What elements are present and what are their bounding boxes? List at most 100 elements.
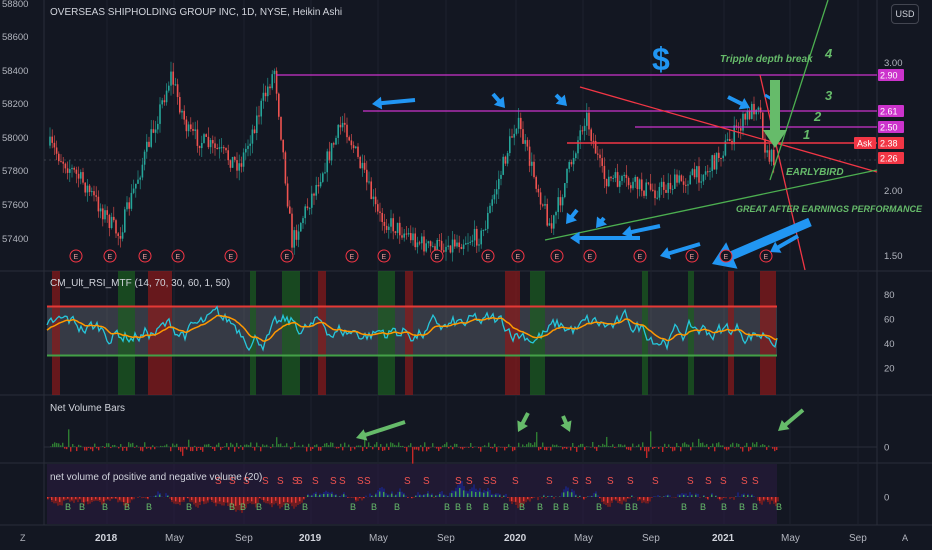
currency-button[interactable]: USD [891,4,919,24]
sell-signal: S [312,476,319,487]
candle-body [91,191,93,193]
candle-body [456,242,458,247]
sell-signal: S [652,476,659,487]
nv-area-bar [145,497,147,499]
net-volume-bar [142,447,144,452]
candle-body [335,137,337,145]
candle-body [581,130,584,132]
nv-area-bar [169,497,171,499]
nv-histogram-bar [275,497,277,501]
candle-body [770,149,773,162]
nv-area-bar [505,493,507,497]
nv-area-bar [645,497,647,504]
label-1: 1 [803,127,810,142]
net-volume-bar [166,444,168,447]
net-volume-bar [202,447,204,452]
candle-body [135,183,137,189]
net-volume-bar [750,447,752,450]
nv-area-bar [173,497,175,504]
buy-signal: B [371,502,377,512]
nv-histogram-bar [171,497,173,501]
green-volume-arrow [778,408,805,431]
nv-histogram-bar [235,497,237,506]
nv-area-bar [705,497,707,499]
candle-body [592,140,595,142]
nv-area-bar [569,492,571,497]
nv-area-bar [213,497,215,504]
net-volume-bar [320,447,322,451]
candle-body [234,156,236,161]
rsi-axis-tick: 20 [884,363,895,374]
nv-area-bar [153,495,155,497]
nv-histogram-bar [99,497,101,500]
net-volume-bar [98,447,100,451]
candle-body [726,139,729,141]
candle-body [773,149,775,166]
nv-area-bar [341,494,343,497]
candle-body [517,117,520,129]
rsi-axis-tick: 60 [884,314,895,325]
candle-body [711,155,713,171]
net-volume-bar [336,447,338,449]
candle-body [337,124,339,138]
net-volume-bar [518,442,520,447]
chart-canvas[interactable]: 58800 58600 58400 58200 58000 57800 57600 57400… [0,0,932,550]
nv-histogram-bar [711,494,713,497]
net-volume-bar [368,442,370,447]
candle-body [311,193,313,208]
net-volume-title: net volume of positive and negative volu… [50,472,263,483]
net-volume-bar [194,445,196,447]
candle-body [326,151,328,173]
nv-area-bar [73,497,75,503]
candle-body [344,122,346,125]
candle-body [190,124,192,129]
nv-area-bar [585,497,587,499]
candle-body [192,128,194,131]
nv-histogram-bar [335,495,337,497]
candle-body [579,130,581,141]
candle-body [366,169,368,183]
candle-body [564,183,566,198]
buy-signal: B [776,502,782,512]
nv-histogram-bar [251,497,253,502]
net-volume-bar [600,446,602,447]
candle-body [388,226,390,230]
candle-body [117,233,119,236]
nv-area-bar [377,489,379,497]
right-axis-tick: 3.00 [884,58,903,69]
candle-body [636,176,639,190]
net-volume-bar [452,447,454,450]
candle-body [634,176,636,182]
price-label: 2.90 [880,71,898,81]
net-volume-bar [220,447,222,451]
net-volume-bar [222,447,224,448]
candle-body [515,128,518,134]
candle-body [315,184,317,196]
nv-histogram-bar [311,495,313,497]
net-volume-bar [652,447,654,449]
nv-histogram-bar [479,491,481,497]
nv-histogram-bar [147,497,149,499]
net-volume-bar [398,442,400,447]
net-volume-bar [548,447,550,448]
nv-area-bar [105,497,107,501]
net-volume-bar [546,447,548,451]
nv-area-bar [349,497,351,498]
nv-histogram-bar [719,497,721,500]
nv-area-bar [277,497,279,506]
earnings-marker-label: E [555,254,560,261]
net-volume-bar [490,447,492,449]
candle-body [363,162,366,170]
net-volume-bar [460,447,462,449]
net-volume-bar [494,443,496,447]
nv-histogram-bar [371,495,373,497]
net-volume-bar [410,443,412,447]
candle-body [509,136,511,154]
nv-histogram-bar [391,493,393,497]
nv-area-bar [613,497,615,500]
net-volume-bar [378,447,380,451]
nv-area-bar [261,497,263,500]
net-volume-bar [258,446,260,447]
nv-histogram-bar [75,497,77,499]
candle-body [322,173,324,182]
